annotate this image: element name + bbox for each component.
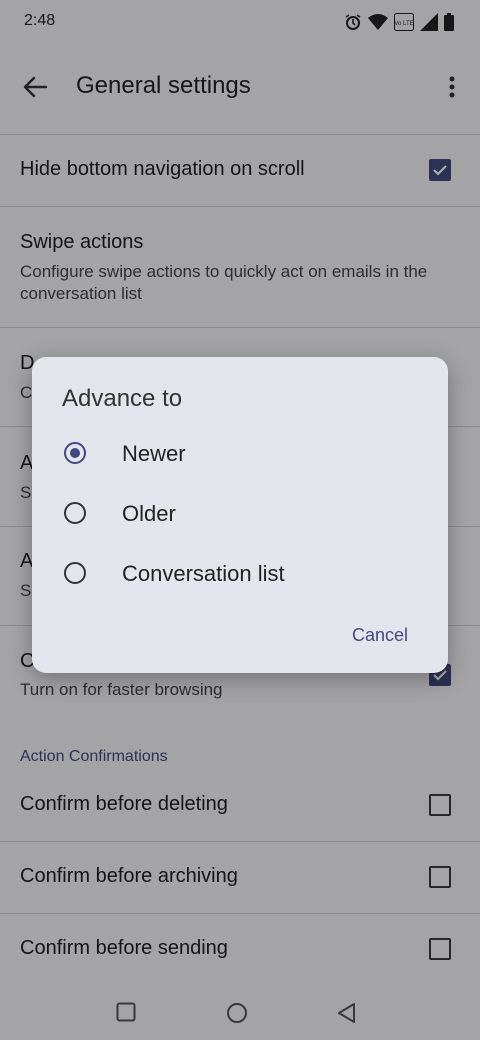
dialog-title: Advance to [62, 385, 183, 412]
option-newer[interactable]: Newer [32, 425, 448, 485]
option-label: Older [122, 501, 176, 526]
radio-button[interactable] [64, 562, 86, 584]
cancel-button[interactable]: Cancel [352, 625, 408, 646]
option-label: Conversation list [122, 561, 285, 586]
option-label: Newer [122, 441, 186, 466]
option-older[interactable]: Older [32, 485, 448, 545]
option-conversation-list[interactable]: Conversation list [32, 545, 448, 605]
radio-button[interactable] [64, 502, 86, 524]
radio-button-selected[interactable] [64, 442, 86, 464]
advance-to-dialog: Advance to Newer Older Conversation list… [32, 357, 448, 673]
